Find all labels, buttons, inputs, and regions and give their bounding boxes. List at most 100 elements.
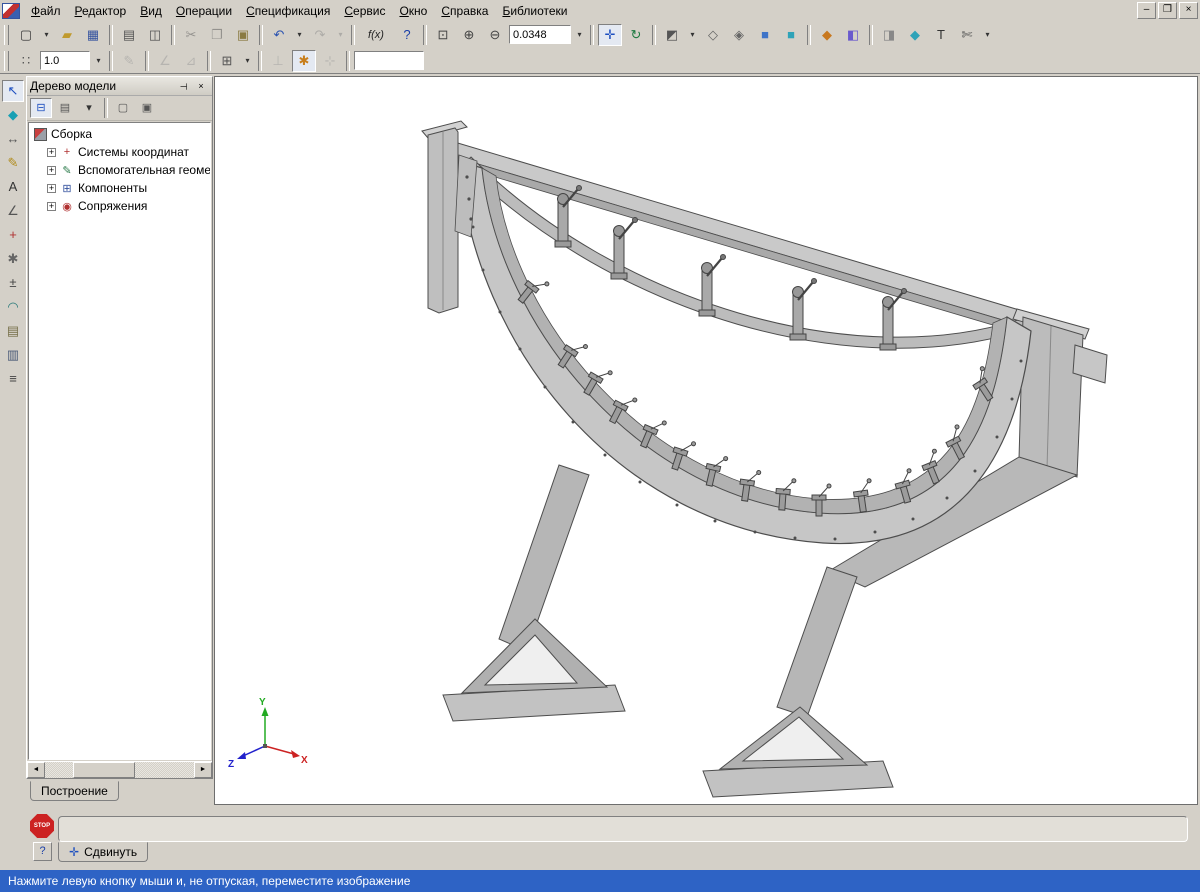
tree-structure-button[interactable]: ⊟ bbox=[30, 98, 52, 118]
close-button[interactable]: × bbox=[1179, 2, 1198, 19]
ortho-drawing-button: ⊥ bbox=[266, 50, 290, 72]
pan-view-button[interactable]: ✛ bbox=[598, 24, 622, 46]
grid-button[interactable]: ⊞ bbox=[215, 50, 239, 72]
print-preview-button[interactable]: ◫ bbox=[143, 24, 167, 46]
paste-button[interactable]: ▣ bbox=[231, 24, 255, 46]
coords-readout-field[interactable] bbox=[354, 51, 424, 70]
tree-display-dropdown[interactable]: ▾ bbox=[78, 98, 100, 118]
zoom-out-button[interactable]: ⊖ bbox=[483, 24, 507, 46]
new-document-button[interactable]: ▢ bbox=[14, 24, 38, 46]
zoom-scale-dropdown[interactable]: ▾ bbox=[573, 24, 586, 46]
toolbar-options-dropdown[interactable]: ▾ bbox=[981, 24, 994, 46]
scrollbar-track[interactable] bbox=[45, 762, 194, 778]
help-icon[interactable]: ? bbox=[33, 842, 52, 861]
scroll-left-icon[interactable]: ◄ bbox=[27, 762, 45, 778]
layers-panel-button[interactable]: ≡ bbox=[2, 368, 24, 390]
tab-construction[interactable]: Построение bbox=[30, 781, 119, 801]
triad-z-label: Z bbox=[228, 759, 234, 770]
property-bar-input[interactable] bbox=[58, 816, 1188, 842]
simplified-view-button[interactable]: ◨ bbox=[877, 24, 901, 46]
triad-y-label: Y bbox=[259, 697, 266, 708]
parametrization-panel-button[interactable]: ± bbox=[2, 272, 24, 294]
current-step-combo[interactable] bbox=[40, 51, 90, 70]
menu-service[interactable]: Сервис bbox=[337, 2, 392, 20]
tree-node-coordinate-systems[interactable]: + + Системы координат bbox=[29, 143, 210, 161]
scrollbar-thumb[interactable] bbox=[73, 762, 135, 778]
toolbar-separator bbox=[145, 51, 149, 71]
angle-panel-button[interactable]: ∠ bbox=[2, 200, 24, 222]
tree-node-assembly[interactable]: Сборка bbox=[29, 125, 210, 143]
selection-tool-button[interactable]: ↖ bbox=[2, 80, 24, 102]
wireframe-mode-button[interactable]: ◇ bbox=[701, 24, 725, 46]
units-grid-button[interactable]: ∷ bbox=[14, 50, 38, 72]
expand-icon[interactable]: + bbox=[47, 184, 56, 193]
snap-button[interactable]: ✱ bbox=[292, 50, 316, 72]
model-params-button[interactable]: ◆ bbox=[903, 24, 927, 46]
whats-this-button[interactable]: ? bbox=[395, 24, 419, 46]
tree-horizontal-scrollbar[interactable]: ◄ ► bbox=[27, 761, 212, 778]
scroll-right-icon[interactable]: ► bbox=[194, 762, 212, 778]
expand-icon[interactable]: + bbox=[47, 202, 56, 211]
print-button[interactable]: ▤ bbox=[117, 24, 141, 46]
zoom-window-button[interactable]: ⊡ bbox=[431, 24, 455, 46]
menu-help[interactable]: Справка bbox=[434, 2, 495, 20]
save-document-button[interactable]: ▦ bbox=[81, 24, 105, 46]
text-annotation-button[interactable]: T bbox=[929, 24, 953, 46]
toolbar-grip[interactable] bbox=[4, 25, 9, 45]
doc-properties-button[interactable]: ▣ bbox=[136, 98, 158, 118]
shaded-mode-button[interactable]: ■ bbox=[753, 24, 777, 46]
measure-panel-button[interactable]: ◠ bbox=[2, 296, 24, 318]
geometry-panel-button[interactable]: ◆ bbox=[2, 104, 24, 126]
zoom-scale-field[interactable] bbox=[509, 25, 571, 44]
edit-object-button: ✎ bbox=[117, 50, 141, 72]
menu-editor[interactable]: Редактор bbox=[68, 2, 134, 20]
stop-icon[interactable]: STOP bbox=[30, 814, 54, 838]
trim-button[interactable]: ✄ bbox=[955, 24, 979, 46]
axes-panel-button[interactable]: + bbox=[2, 224, 24, 246]
new-document-dropdown[interactable]: ▾ bbox=[40, 24, 53, 46]
dimensions-panel-button[interactable]: ↔ bbox=[2, 128, 24, 150]
toolbar-grip[interactable] bbox=[4, 51, 9, 71]
perspective-button[interactable]: ◆ bbox=[815, 24, 839, 46]
reports-panel-button[interactable]: ▥ bbox=[2, 344, 24, 366]
menu-view[interactable]: Вид bbox=[133, 2, 169, 20]
tree-node-mates[interactable]: + ◉ Сопряжения bbox=[29, 197, 210, 215]
orientation-dropdown[interactable]: ▾ bbox=[686, 24, 699, 46]
rotate-view-button[interactable]: ↻ bbox=[624, 24, 648, 46]
menu-file[interactable]: Файл bbox=[24, 2, 68, 20]
viewport[interactable]: Y X Z bbox=[214, 76, 1198, 805]
expand-icon[interactable]: + bbox=[47, 166, 56, 175]
undo-button[interactable]: ↶ bbox=[267, 24, 291, 46]
menu-window[interactable]: Окно bbox=[392, 2, 434, 20]
tab-move[interactable]: ✛ Сдвинуть bbox=[58, 842, 148, 862]
close-panel-icon[interactable]: × bbox=[193, 79, 209, 94]
undo-dropdown[interactable]: ▾ bbox=[293, 24, 306, 46]
tree-node-auxiliary-geometry[interactable]: + ✎ Вспомогательная геометрия bbox=[29, 161, 210, 179]
specification-panel-button[interactable]: ▤ bbox=[2, 320, 24, 342]
text-panel-button[interactable]: A bbox=[2, 176, 24, 198]
tab-move-label: Сдвинуть bbox=[84, 845, 137, 859]
shaded-edges-mode-button[interactable]: ■ bbox=[779, 24, 803, 46]
section-view-button[interactable]: ◧ bbox=[841, 24, 865, 46]
restore-button[interactable]: ❐ bbox=[1158, 2, 1177, 19]
open-document-button[interactable]: ▰ bbox=[55, 24, 79, 46]
variables-button[interactable]: f(x) bbox=[359, 24, 393, 46]
menu-libraries[interactable]: Библиотеки bbox=[495, 2, 574, 20]
orientation-button[interactable]: ◩ bbox=[660, 24, 684, 46]
expand-icon[interactable]: + bbox=[47, 148, 56, 157]
report-button[interactable]: ▢ bbox=[112, 98, 134, 118]
pin-icon[interactable]: ⊤ bbox=[176, 78, 191, 94]
current-step-dropdown[interactable]: ▾ bbox=[92, 50, 105, 72]
zoom-in-button[interactable]: ⊕ bbox=[457, 24, 481, 46]
designations-panel-button[interactable]: ✎ bbox=[2, 152, 24, 174]
tree-node-components[interactable]: + ⊞ Компоненты bbox=[29, 179, 210, 197]
hidden-lines-mode-button[interactable]: ◈ bbox=[727, 24, 751, 46]
editing-panel-button[interactable]: ✱ bbox=[2, 248, 24, 270]
tree-display-button[interactable]: ▤ bbox=[54, 98, 76, 118]
minimize-button[interactable]: – bbox=[1137, 2, 1156, 19]
menu-specification[interactable]: Спецификация bbox=[239, 2, 337, 20]
tab-construction-label: Построение bbox=[41, 784, 108, 798]
menu-operations[interactable]: Операции bbox=[169, 2, 239, 20]
grid-dropdown[interactable]: ▾ bbox=[241, 50, 254, 72]
model-tree: Сборка + + Системы координат + ✎ Вспомог… bbox=[28, 122, 211, 760]
